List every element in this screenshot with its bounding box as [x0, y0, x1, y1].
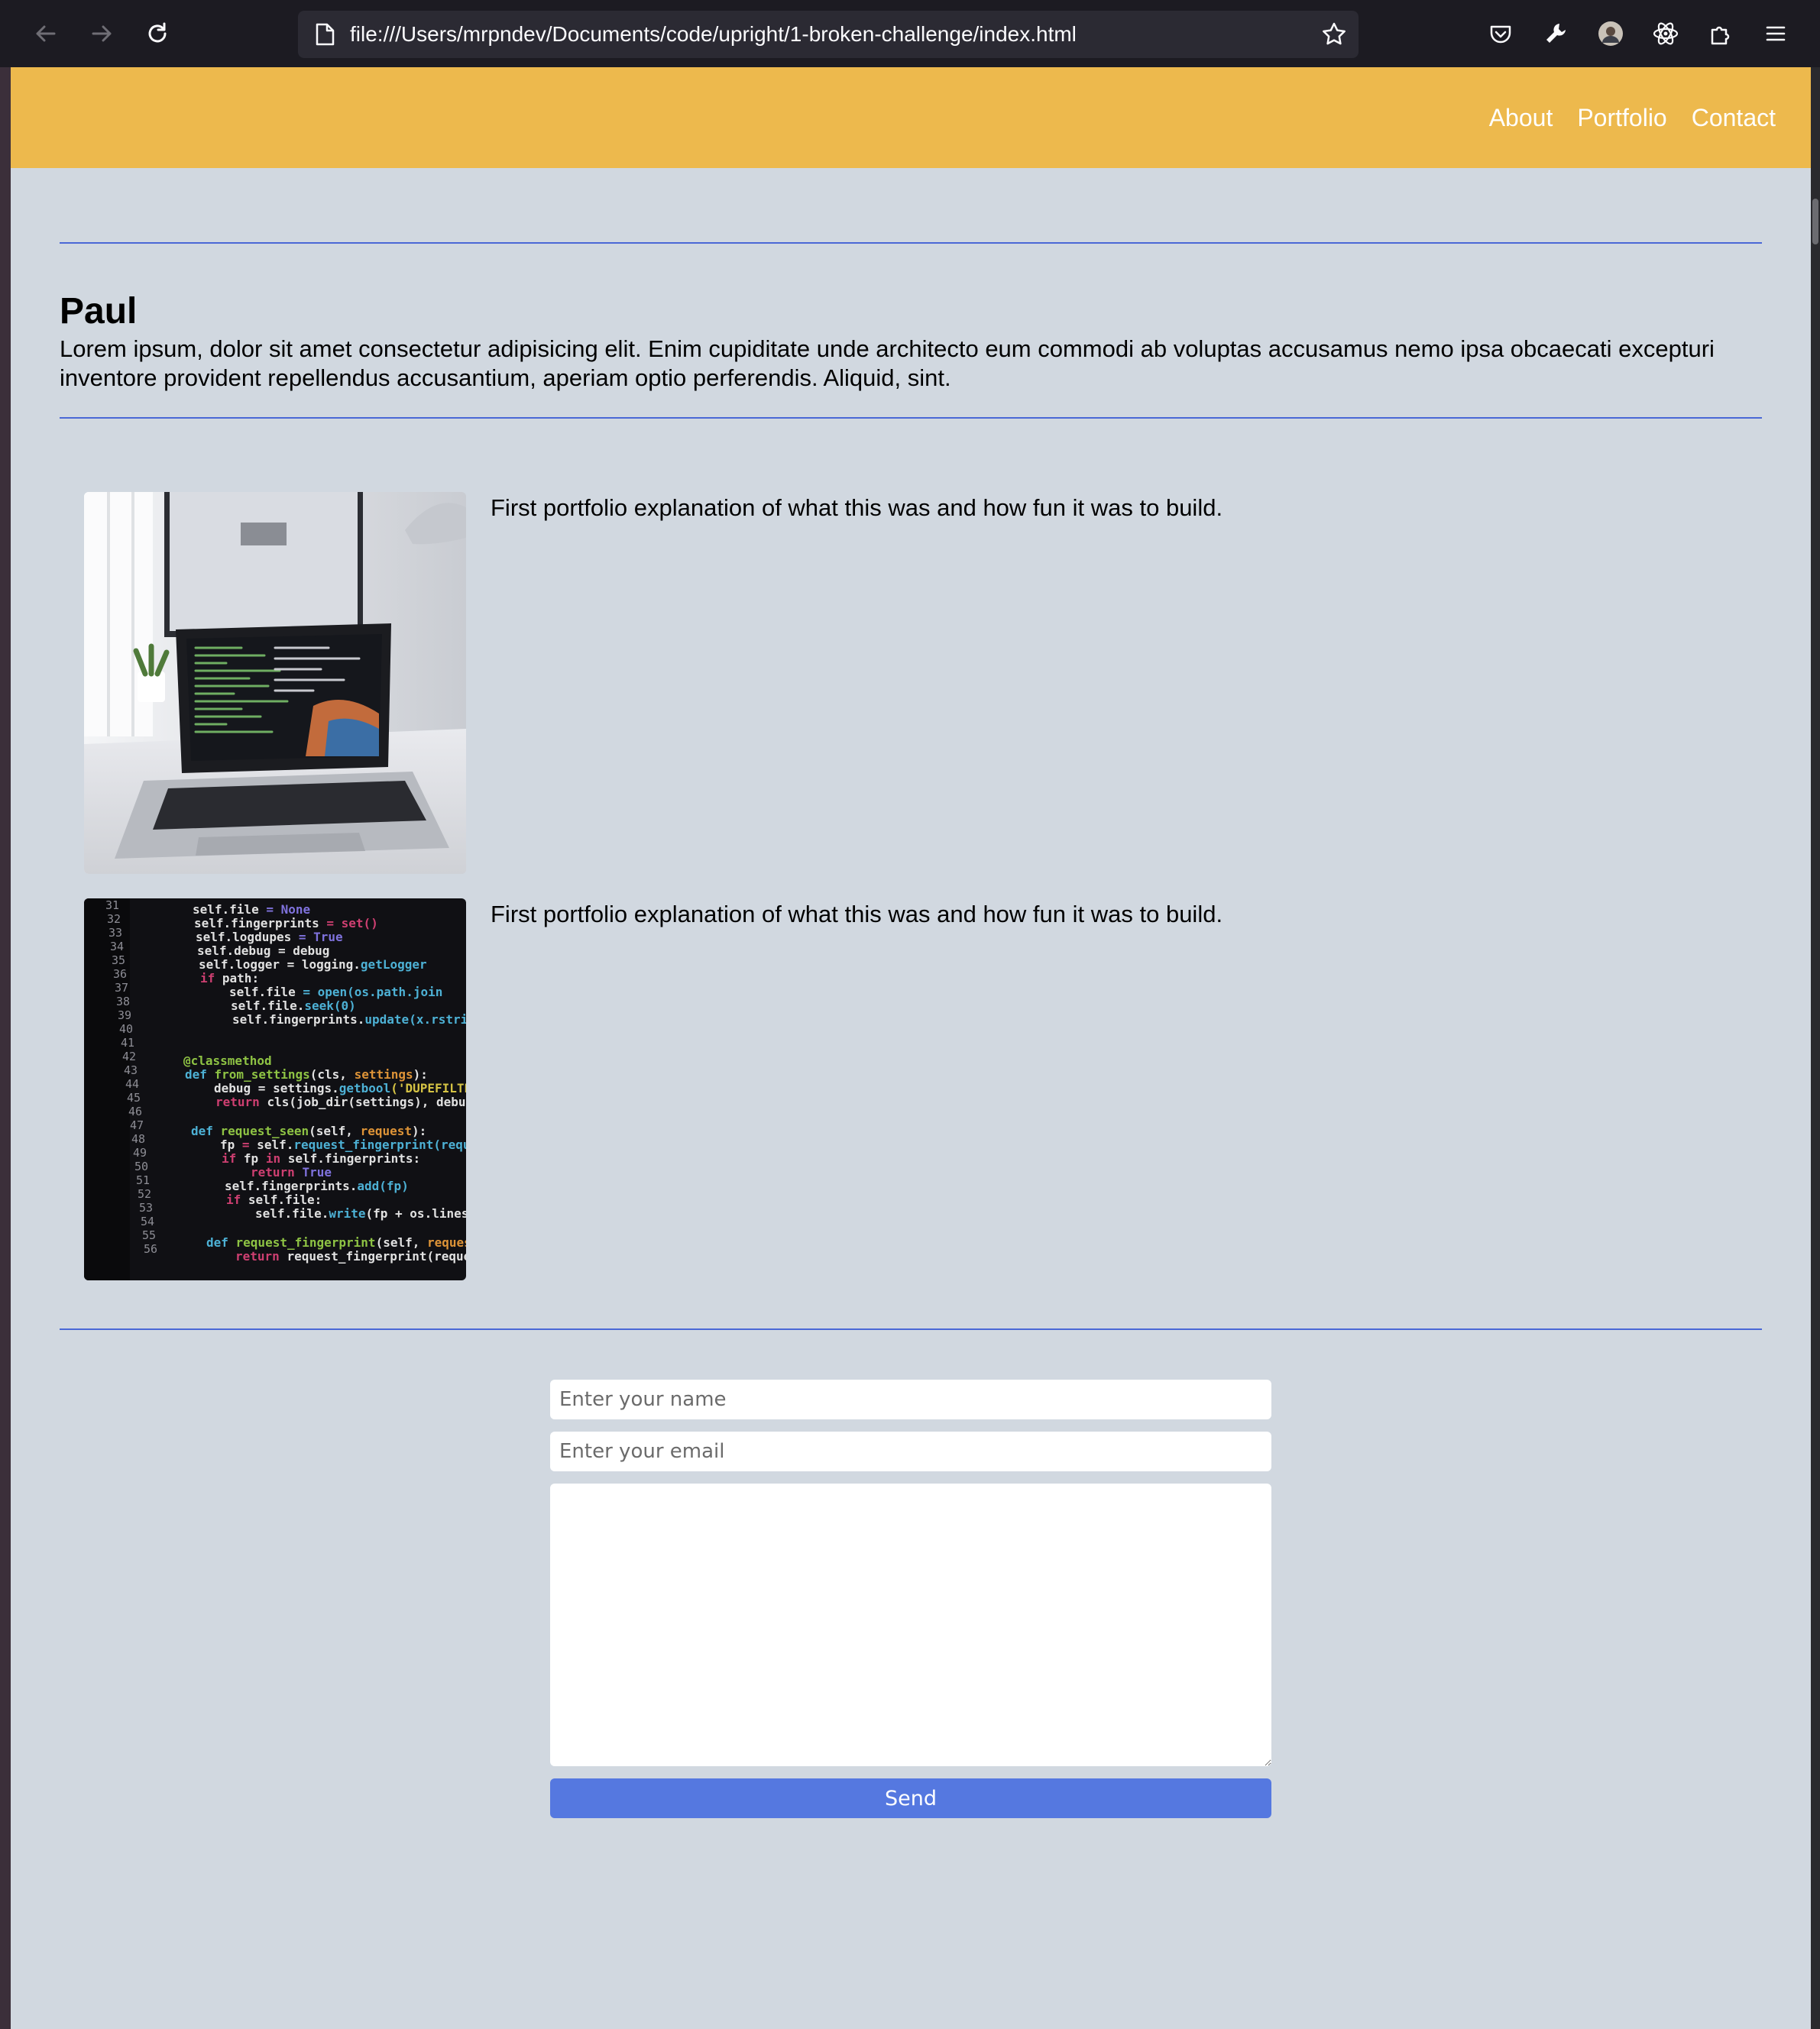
url-bar[interactable]: file:///Users/mrpndev/Documents/code/upr…: [298, 11, 1359, 58]
about-text: Lorem ipsum, dolor sit amet consectetur …: [60, 335, 1715, 391]
portfolio-item: 31 32 33 34 35 36 37 38 39 40 41 42 43 44 45 46 47 4…: [84, 898, 1612, 1280]
section-divider: [60, 1328, 1762, 1330]
section-divider: [60, 242, 1762, 244]
browser-toolbar: file:///Users/mrpndev/Documents/code/upr…: [0, 0, 1820, 67]
scrollbar-track[interactable]: [1811, 67, 1820, 2029]
email-input[interactable]: [550, 1432, 1271, 1471]
portfolio-description: First portfolio explanation of what this…: [491, 494, 1223, 521]
extensions-icon[interactable]: [1702, 15, 1739, 52]
forward-arrow-icon[interactable]: [83, 15, 120, 52]
about-title: Paul: [60, 291, 138, 332]
back-arrow-icon[interactable]: [28, 15, 64, 52]
name-input[interactable]: [550, 1380, 1271, 1419]
bookmark-star-icon[interactable]: [1320, 21, 1348, 48]
account-avatar-icon[interactable]: [1592, 15, 1629, 52]
page-viewport: About Portfolio Contact Paul Lorem ipsum…: [11, 67, 1811, 2029]
main-nav: About Portfolio Contact: [1489, 67, 1776, 168]
nav-link-about[interactable]: About: [1489, 104, 1553, 132]
scrollbar-thumb[interactable]: [1812, 199, 1818, 244]
pocket-icon[interactable]: [1482, 15, 1519, 52]
wrench-icon[interactable]: [1537, 15, 1574, 52]
portfolio-item: First portfolio explanation of what this…: [84, 492, 1612, 874]
message-textarea[interactable]: [550, 1484, 1271, 1766]
nav-link-contact[interactable]: Contact: [1692, 104, 1776, 132]
laptop-desk-photo: [84, 492, 466, 874]
contact-form: Send: [550, 1380, 1271, 1818]
menu-icon[interactable]: [1757, 15, 1794, 52]
site-header: About Portfolio Contact: [11, 67, 1811, 168]
page-icon: [313, 22, 336, 47]
window-edge: [0, 67, 11, 2029]
nav-link-portfolio[interactable]: Portfolio: [1577, 104, 1666, 132]
code-screen-photo: 31 32 33 34 35 36 37 38 39 40 41 42 43 44 45 46 47 4…: [84, 898, 466, 1280]
section-divider: [60, 417, 1762, 419]
reload-icon[interactable]: [139, 15, 176, 52]
portfolio-description: First portfolio explanation of what this…: [491, 901, 1223, 927]
url-text[interactable]: file:///Users/mrpndev/Documents/code/upr…: [350, 11, 1077, 58]
react-devtools-icon[interactable]: [1647, 15, 1684, 52]
send-button[interactable]: Send: [550, 1778, 1271, 1818]
